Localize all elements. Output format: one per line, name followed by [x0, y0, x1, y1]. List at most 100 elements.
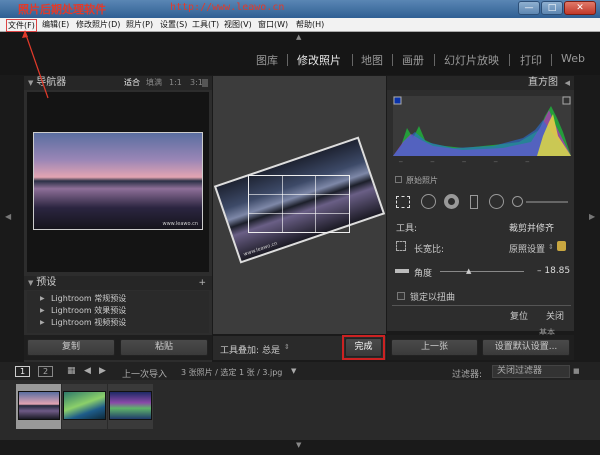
page-2-button[interactable]: 2 [38, 366, 53, 377]
original-photo-checkbox[interactable] [395, 176, 402, 183]
filter-lock-icon[interactable]: ■ [573, 367, 580, 375]
menu-file[interactable]: 文件(F) [6, 19, 37, 32]
brush-icon[interactable] [512, 196, 523, 207]
aspect-select[interactable]: 原照设置 [509, 242, 545, 255]
module-separator [392, 54, 393, 66]
angle-slider-thumb[interactable]: ▲ [466, 267, 471, 275]
chevron-down-icon[interactable]: ▼ [291, 367, 296, 375]
menu-develop[interactable]: 修改照片(D) [76, 19, 120, 30]
close-button[interactable]: ✕ [564, 1, 596, 15]
lock-icon[interactable] [557, 241, 566, 251]
reset-default-button[interactable]: 设置默认设置... [482, 339, 570, 356]
source-label[interactable]: 上一次导入 [122, 367, 167, 380]
preset-item[interactable]: Lightroom 效果预设 [51, 305, 126, 316]
chevron-updown-icon[interactable]: ⇕ [284, 343, 290, 351]
menu-settings[interactable]: 设置(S) [160, 19, 187, 30]
panel-scroll-handle[interactable] [202, 79, 208, 87]
divider [392, 305, 571, 306]
filter-select[interactable]: 关闭过滤器 [492, 365, 570, 378]
collapse-triangle-icon: ◀ [564, 79, 570, 87]
histogram-graph[interactable] [393, 96, 571, 156]
previous-button[interactable]: 上一张 [391, 339, 478, 356]
straighten-tool-icon[interactable] [395, 269, 409, 273]
module-web[interactable]: Web [561, 52, 585, 65]
done-button[interactable]: 完成 [345, 338, 382, 357]
maximize-button[interactable]: □ [541, 1, 563, 15]
menu-tools[interactable]: 工具(T) [192, 19, 219, 30]
preset-triangle-icon[interactable]: ▶ [40, 307, 45, 314]
histogram-header[interactable]: 直方图 ◀ [387, 76, 574, 90]
module-separator [551, 54, 552, 66]
crop-close-button[interactable]: 关闭 [546, 309, 564, 322]
shadow-clip-icon [393, 96, 402, 105]
angle-value[interactable]: – 18.85 [537, 266, 570, 276]
expand-triangle-icon: ▼ [28, 279, 34, 287]
preset-triangle-icon[interactable]: ▶ [40, 295, 45, 302]
preset-item[interactable]: Lightroom 常规预设 [51, 293, 126, 304]
menu-edit[interactable]: 编辑(E) [42, 19, 69, 30]
brush-slider[interactable] [526, 201, 568, 203]
tool-overlay-select[interactable]: 总是 [262, 343, 280, 356]
preset-triangle-icon[interactable]: ▶ [40, 319, 45, 326]
angle-slider[interactable] [440, 271, 524, 272]
thumbnail-1[interactable] [18, 391, 60, 420]
page-1-button[interactable]: 1 [15, 366, 30, 377]
thumbnail-2[interactable] [63, 391, 106, 420]
preset-item[interactable]: Lightroom 视频预设 [51, 317, 126, 328]
presets-header[interactable]: ▼ 预设 + [24, 276, 212, 290]
crop-rectangle[interactable] [248, 175, 350, 233]
module-bar: ▲ 图库 修改照片 地图 画册 幻灯片放映 打印 Web [0, 32, 600, 75]
chevron-updown-icon[interactable]: ⇕ [548, 243, 554, 251]
tool-value: 裁剪并修齐 [509, 224, 555, 234]
grid-icon[interactable]: ▦ [67, 366, 76, 376]
histogram-title: 直方图 [528, 77, 558, 88]
minimize-button[interactable]: — [518, 1, 540, 15]
navigator-watermark: www.leawo.cn [162, 221, 199, 227]
module-develop[interactable]: 修改照片 [297, 52, 341, 68]
back-arrow-icon[interactable]: ◀ [84, 366, 91, 376]
menu-window[interactable]: 窗口(W) [258, 19, 288, 30]
radial-filter-icon[interactable] [489, 194, 504, 209]
module-library[interactable]: 图库 [256, 52, 278, 68]
crop-grid-line [282, 176, 283, 232]
red-eye-icon[interactable] [444, 194, 459, 209]
spot-removal-icon[interactable] [421, 194, 436, 209]
annotation-url: http://www.leawo.cn [170, 2, 285, 13]
aspect-crop-icon[interactable] [396, 241, 406, 251]
zoom-1-1[interactable]: 1:1 [169, 76, 182, 90]
collapse-bottom-icon[interactable]: ▼ [296, 441, 301, 449]
module-separator [287, 54, 288, 66]
collapse-top-icon[interactable]: ▲ [296, 33, 301, 41]
collapse-right-icon[interactable]: ▶ [589, 212, 595, 221]
add-preset-icon[interactable]: + [198, 276, 206, 290]
paste-button[interactable]: 粘贴 [120, 339, 208, 356]
module-slideshow[interactable]: 幻灯片放映 [444, 52, 499, 68]
thumbnail-3[interactable] [109, 391, 152, 420]
zoom-3-1[interactable]: 3:1 [190, 76, 203, 90]
constrain-checkbox[interactable] [397, 292, 405, 300]
forward-arrow-icon[interactable]: ▶ [99, 366, 106, 376]
crop-grid-line [249, 194, 349, 196]
highlight-clip-icon [562, 96, 571, 105]
zoom-fill[interactable]: 填满 [146, 76, 162, 90]
module-print[interactable]: 打印 [520, 52, 542, 68]
copy-button[interactable]: 复制 [27, 339, 115, 356]
tool-overlay-label: 工具叠加: [220, 346, 260, 356]
menu-photo[interactable]: 照片(P) [126, 19, 153, 30]
module-book[interactable]: 画册 [402, 52, 424, 68]
menu-view[interactable]: 视图(V) [224, 19, 252, 30]
tool-label: 工具: [396, 224, 418, 234]
menu-help[interactable]: 帮助(H) [296, 19, 324, 30]
collapse-left-icon[interactable]: ◀ [5, 212, 11, 221]
crop-tool-icon[interactable] [396, 196, 410, 208]
graduated-filter-icon[interactable] [470, 195, 478, 209]
module-map[interactable]: 地图 [361, 52, 383, 68]
navigator-preview-image[interactable]: www.leawo.cn [33, 132, 203, 230]
original-photo-label: 原始照片 [406, 176, 438, 185]
histogram-svg [393, 96, 571, 156]
zoom-fit[interactable]: 适合 [124, 76, 140, 90]
crop-reset-button[interactable]: 复位 [510, 309, 528, 322]
histogram-ticks: ───── [399, 159, 558, 166]
navigator-header[interactable]: ▼ 导航器 适合 填满 1:1 3:1 [24, 76, 212, 90]
presets-list: ▶ Lightroom 常规预设 ▶ Lightroom 效果预设 ▶ Ligh… [27, 291, 209, 333]
